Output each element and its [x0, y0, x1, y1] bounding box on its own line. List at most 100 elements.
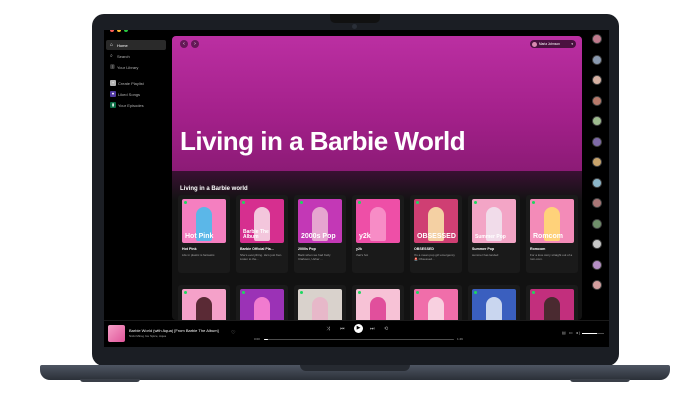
- back-button[interactable]: ‹: [180, 40, 188, 48]
- friend-avatar[interactable]: [592, 177, 602, 188]
- playlist-card[interactable]: 2000s Pop 2000s Pop Back when we had Kelly…: [294, 195, 346, 273]
- sidebar-item-search[interactable]: ⌕ Search: [106, 51, 166, 61]
- track-title[interactable]: Barbie World (with Aqua) [From Barbie Th…: [129, 328, 219, 333]
- playlist-cover: [530, 289, 574, 320]
- playlist-card[interactable]: [468, 285, 520, 320]
- sidebar-item-liked-songs[interactable]: ♥ Liked Songs: [106, 89, 166, 99]
- cover-label: OBSESSED: [417, 233, 456, 240]
- sidebar-item-home[interactable]: ⌂ Home: [106, 40, 166, 50]
- laptop-base-groove: [300, 365, 410, 371]
- friend-avatar[interactable]: [592, 198, 602, 208]
- cover-label: Summer Pop: [475, 234, 506, 240]
- playlist-card[interactable]: y2k y2k that's hot: [352, 195, 404, 273]
- friend-avatar[interactable]: [592, 239, 602, 249]
- like-heart-icon[interactable]: ♡: [231, 330, 235, 336]
- playlist-card[interactable]: OBSESSED OBSESSED It's a mean pop girl eme…: [410, 195, 462, 273]
- cover-figure: [428, 297, 444, 320]
- spotify-logo-icon: [474, 201, 477, 204]
- previous-track-icon[interactable]: ⏮: [340, 326, 345, 332]
- spotify-logo-icon: [416, 201, 419, 204]
- play-button[interactable]: ▶: [354, 324, 363, 333]
- track-artist[interactable]: Nicki Minaj, Ice Spice, Aqua: [129, 334, 166, 338]
- main-content: ‹ › Maria Johnson ▾ Living in a Barbie W…: [172, 36, 582, 320]
- cover-label: Barbie The Album: [243, 229, 269, 240]
- spotify-logo-icon: [300, 201, 303, 204]
- playlist-card[interactable]: Summer Pop Summer Pop summer has landed: [468, 195, 520, 273]
- friend-avatar[interactable]: [592, 116, 602, 126]
- playlist-card[interactable]: [526, 285, 578, 320]
- playlist-description: She's everything. He's just Ken. Listen …: [240, 253, 283, 261]
- avatar: [532, 41, 537, 47]
- next-track-icon[interactable]: ⏭: [370, 326, 375, 332]
- friend-avatar[interactable]: [592, 218, 602, 229]
- friend-avatar[interactable]: [592, 95, 602, 106]
- now-playing-bar: Barbie World (with Aqua) [From Barbie Th…: [104, 320, 609, 347]
- camera-icon: [352, 24, 357, 29]
- close-window-button[interactable]: [110, 30, 114, 32]
- sidebar: ⌂ Home ⌕ Search ▥ Your Library + Create …: [104, 30, 168, 320]
- minimize-window-button[interactable]: [117, 30, 121, 32]
- cover-figure: [370, 297, 386, 320]
- spotify-logo-icon: [532, 201, 535, 204]
- playlist-card[interactable]: [294, 285, 346, 320]
- playlist-card[interactable]: Barbie The Album Barbie Official Pla... Sh…: [236, 195, 288, 273]
- cover-figure: [312, 297, 328, 320]
- chevron-down-icon: ▾: [571, 42, 573, 46]
- zoom-window-button[interactable]: [124, 30, 128, 32]
- playlist-card[interactable]: [352, 285, 404, 320]
- friend-avatar[interactable]: [592, 259, 602, 270]
- shuffle-icon[interactable]: ⤨: [326, 326, 330, 332]
- volume-slider[interactable]: [582, 332, 604, 334]
- spotify-logo-icon: [242, 201, 245, 204]
- friend-avatar[interactable]: [592, 157, 602, 167]
- playlist-title: Barbie Official Pla...: [240, 247, 274, 251]
- playlist-cover: [472, 289, 516, 320]
- cover-figure: [370, 207, 386, 241]
- friend-avatar[interactable]: [592, 75, 602, 85]
- progress-fill: [264, 338, 268, 340]
- playlist-title: Hot Pink: [182, 247, 197, 251]
- friend-avatar[interactable]: [592, 136, 602, 147]
- sidebar-item-label: Your Library: [117, 64, 139, 70]
- sidebar-item-your-episodes[interactable]: ▮ Your Episodes: [106, 100, 166, 110]
- playlist-description: Life in plastic is fantastic.: [182, 253, 216, 257]
- laptop-foot-left: [80, 379, 140, 382]
- user-menu-button[interactable]: Maria Johnson ▾: [530, 40, 576, 48]
- spotify-logo-icon: [184, 201, 187, 204]
- playlist-card[interactable]: [178, 285, 230, 320]
- sidebar-item-library[interactable]: ▥ Your Library: [106, 62, 166, 72]
- friend-activity-rail: [586, 30, 609, 320]
- laptop-foot-right: [570, 379, 630, 382]
- home-icon: ⌂: [110, 42, 114, 48]
- sidebar-item-label: Liked Songs: [118, 91, 141, 97]
- volume-icons[interactable]: ▤ ▭ ◂): [562, 330, 581, 335]
- friend-avatar[interactable]: [592, 34, 602, 44]
- playlist-card[interactable]: Romcom Romcom For a love story straight ou…: [526, 195, 578, 273]
- elapsed-time: 0:00: [254, 337, 260, 341]
- playlist-cover: 2000s Pop: [298, 199, 342, 243]
- album-art[interactable]: [108, 325, 125, 342]
- playlist-title: Summer Pop: [472, 247, 495, 251]
- repeat-icon[interactable]: ⟲: [384, 326, 388, 332]
- playlist-title: Romcom: [530, 247, 546, 251]
- volume-fill: [582, 332, 598, 334]
- playlist-title: y2k: [356, 247, 362, 251]
- friend-avatar[interactable]: [592, 54, 602, 65]
- bookmark-icon: ▮: [110, 102, 116, 108]
- create-playlist-button[interactable]: + Create Playlist: [106, 78, 166, 88]
- forward-button[interactable]: ›: [191, 40, 199, 48]
- playback-progress-bar[interactable]: [264, 338, 454, 340]
- sidebar-item-label: Create Playlist: [118, 80, 144, 86]
- playlist-card[interactable]: [410, 285, 462, 320]
- playlist-cover: OBSESSED: [414, 199, 458, 243]
- section-title[interactable]: Living in a Barbie world: [180, 186, 248, 192]
- playlist-card[interactable]: Hot Pink Hot Pink Life in plastic is fanta…: [178, 195, 230, 273]
- cover-figure: [196, 297, 212, 320]
- heart-icon: ♥: [110, 91, 116, 97]
- spotify-logo-icon: [532, 291, 535, 294]
- playlist-card[interactable]: [236, 285, 288, 320]
- playlist-cover: [298, 289, 342, 320]
- friend-avatar[interactable]: [592, 280, 602, 290]
- window-controls: [110, 30, 128, 32]
- sidebar-item-label: Search: [117, 53, 130, 59]
